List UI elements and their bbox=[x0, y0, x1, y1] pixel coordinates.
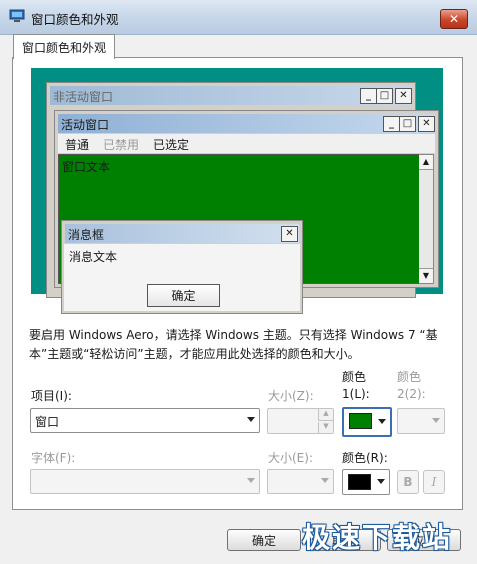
size-spinner[interactable]: ▲ ▼ bbox=[267, 408, 334, 434]
font-color-swatch bbox=[348, 474, 371, 490]
window-title: 窗口颜色和外观 bbox=[31, 12, 119, 27]
chevron-down-icon bbox=[247, 478, 255, 483]
active-window-titlebar[interactable]: 活动窗口 _ □ ✕ bbox=[58, 114, 435, 133]
font-size-label: 大小(E): bbox=[268, 451, 313, 465]
display-settings-icon bbox=[9, 9, 25, 22]
close-icon: ✕ bbox=[395, 88, 412, 104]
font-color-label: 颜色(R): bbox=[342, 451, 388, 465]
spin-down-icon[interactable]: ▼ bbox=[318, 422, 333, 433]
font-dropdown[interactable] bbox=[30, 469, 260, 494]
chevron-down-icon bbox=[378, 419, 386, 424]
close-icon: ✕ bbox=[281, 226, 298, 242]
color1-picker[interactable] bbox=[342, 407, 392, 437]
font-color-picker[interactable] bbox=[342, 469, 390, 495]
item-dropdown[interactable]: 窗口 bbox=[30, 408, 260, 433]
font-label: 字体(F): bbox=[31, 451, 76, 465]
minimize-icon: _ bbox=[360, 88, 377, 104]
message-box-title: 消息框 bbox=[68, 228, 105, 242]
message-text: 消息文本 bbox=[69, 250, 118, 264]
color1-label-line1: 颜色 bbox=[342, 370, 367, 384]
preview-menu-bar[interactable]: 普通 已禁用 已选定 bbox=[58, 134, 435, 153]
spin-up-icon[interactable]: ▲ bbox=[318, 409, 333, 421]
message-box-body: 消息文本 确定 bbox=[64, 244, 300, 311]
inactive-window-title: 非活动窗口 bbox=[53, 90, 114, 104]
message-box-titlebar[interactable]: 消息框 ✕ bbox=[65, 224, 299, 243]
item-label: 项目(I): bbox=[31, 389, 72, 403]
bold-button[interactable]: B bbox=[397, 470, 419, 494]
preview-message-box[interactable]: 消息框 ✕ 消息文本 确定 bbox=[61, 220, 303, 314]
minimize-icon: _ bbox=[383, 116, 400, 132]
ok-button[interactable]: 确定 bbox=[227, 529, 301, 551]
color1-label-line2: 1(L): bbox=[342, 387, 370, 401]
maximize-icon: □ bbox=[399, 116, 416, 132]
active-window-title: 活动窗口 bbox=[61, 118, 110, 132]
chevron-down-icon bbox=[321, 478, 329, 483]
scroll-up-icon[interactable]: ▲ bbox=[419, 155, 433, 170]
aero-instructions: 要启用 Windows Aero，请选择 Windows 主题。只有选择 Win… bbox=[29, 328, 438, 361]
chevron-down-icon bbox=[247, 417, 255, 422]
color2-picker[interactable] bbox=[397, 408, 445, 434]
window-close-button[interactable]: ✕ bbox=[440, 9, 468, 29]
chevron-down-icon bbox=[377, 479, 385, 484]
item-dropdown-value: 窗口 bbox=[35, 415, 60, 429]
color1-swatch bbox=[349, 413, 372, 429]
italic-button[interactable]: I bbox=[423, 470, 445, 494]
color2-label-line1: 颜色 bbox=[397, 370, 422, 384]
site-watermark: 极速下载站 bbox=[302, 521, 453, 554]
color1-label: 颜色 1(L): bbox=[342, 369, 370, 403]
close-icon: ✕ bbox=[418, 116, 435, 132]
font-size-dropdown[interactable] bbox=[267, 469, 334, 494]
preview-scrollbar[interactable]: ▲ ▼ bbox=[419, 154, 434, 284]
color2-label-line2: 2(2): bbox=[397, 387, 426, 401]
scroll-down-icon[interactable]: ▼ bbox=[419, 268, 433, 283]
tab-window-color-appearance[interactable]: 窗口颜色和外观 bbox=[13, 34, 115, 59]
window-text: 窗口文本 bbox=[62, 160, 111, 174]
inactive-window-titlebar[interactable]: 非活动窗口 _ □ ✕ bbox=[50, 86, 412, 105]
menu-item-selected[interactable]: 已选定 bbox=[153, 136, 189, 153]
menu-item-normal[interactable]: 普通 bbox=[65, 136, 89, 153]
message-box-ok-button[interactable]: 确定 bbox=[147, 284, 220, 307]
maximize-icon: □ bbox=[376, 88, 393, 104]
menu-item-disabled[interactable]: 已禁用 bbox=[103, 136, 139, 153]
chevron-down-icon bbox=[432, 418, 440, 423]
size-label: 大小(Z): bbox=[268, 389, 314, 403]
color2-label: 颜色 2(2): bbox=[397, 369, 426, 403]
